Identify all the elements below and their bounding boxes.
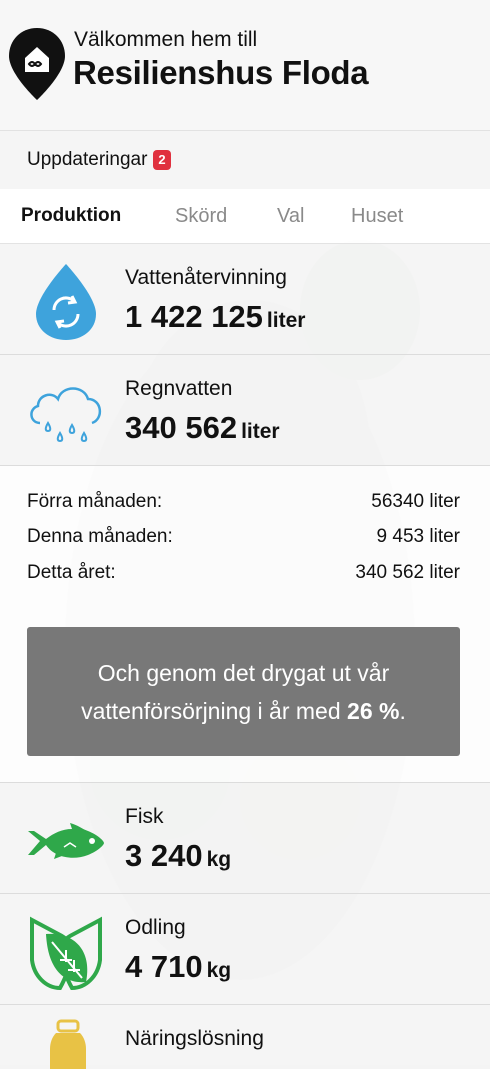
production-list: Vattenåtervinning 1 422 125 liter Regnvat…: [0, 244, 490, 1069]
card-label: Fisk: [125, 805, 164, 828]
card-label: Vattenåtervinning: [125, 266, 287, 289]
updates-count-badge: 2: [153, 150, 171, 170]
card-label: Odling: [125, 916, 186, 939]
card-value: 1 422 125 liter: [125, 299, 305, 335]
card-nutrient[interactable]: Näringslösning: [0, 1005, 490, 1069]
tab-val[interactable]: Val: [277, 205, 304, 228]
notice-text: Och genom det drygat ut vår vattenförsör…: [81, 659, 390, 724]
welcome-text: Välkommen hem till: [74, 28, 258, 51]
value-number: 1 422 125: [125, 299, 263, 334]
card-value: 4 710 kg: [125, 949, 231, 985]
updates-bar[interactable]: Uppdateringar 2: [0, 131, 490, 189]
card-water-recycling[interactable]: Vattenåtervinning 1 422 125 liter: [0, 244, 490, 355]
stat-value: 9 453 liter: [376, 526, 460, 547]
notice-end: .: [399, 697, 406, 724]
water-recycle-icon: [36, 264, 96, 340]
rainwater-details: Förra månaden: 56340 liter Denna månaden…: [0, 466, 490, 783]
stat-value: 340 562 liter: [355, 562, 460, 583]
value-number: 340 562: [125, 410, 238, 445]
card-fish[interactable]: Fisk 3 240 kg: [0, 783, 490, 894]
bottle-icon: [50, 1019, 86, 1069]
value-number: 3 240: [125, 838, 203, 873]
page-title: Resilienshus Floda: [73, 54, 369, 91]
stat-label: Denna månaden:: [27, 526, 173, 547]
card-value: 3 240 kg: [125, 838, 231, 874]
card-cultivation[interactable]: Odling 4 710 kg: [0, 894, 490, 1005]
card-label: Näringslösning: [125, 1027, 264, 1050]
card-value: 340 562 liter: [125, 410, 280, 446]
updates-label: Uppdateringar: [27, 149, 148, 170]
stat-value: 56340 liter: [371, 491, 460, 512]
card-rainwater[interactable]: Regnvatten 340 562 liter: [0, 355, 490, 466]
tab-skord[interactable]: Skörd: [175, 205, 227, 228]
tab-produktion[interactable]: Produktion: [21, 205, 121, 227]
app-header: Välkommen hem till Resilienshus Floda: [0, 0, 490, 131]
leaf-icon: [30, 916, 102, 991]
tab-bar: Produktion Skörd Val Huset: [0, 189, 490, 244]
savings-notice: Och genom det drygat ut vår vattenförsör…: [27, 627, 460, 756]
value-unit: liter: [241, 420, 280, 443]
rain-cloud-icon: [30, 387, 101, 443]
card-label: Regnvatten: [125, 377, 233, 400]
tab-huset[interactable]: Huset: [351, 205, 403, 228]
value-number: 4 710: [125, 949, 203, 984]
stat-row-this-year: Detta året: 340 562 liter: [27, 562, 460, 584]
fish-icon: [28, 823, 104, 859]
home-pin-icon: [9, 28, 65, 100]
stat-row-this-month: Denna månaden: 9 453 liter: [27, 526, 460, 548]
notice-percent: 26 %: [347, 697, 400, 724]
stat-label: Förra månaden:: [27, 491, 163, 512]
value-unit: liter: [266, 309, 306, 332]
stat-label: Detta året:: [27, 562, 116, 583]
value-unit: kg: [206, 959, 232, 982]
value-unit: kg: [206, 848, 232, 871]
stat-row-last-month: Förra månaden: 56340 liter: [27, 491, 460, 513]
